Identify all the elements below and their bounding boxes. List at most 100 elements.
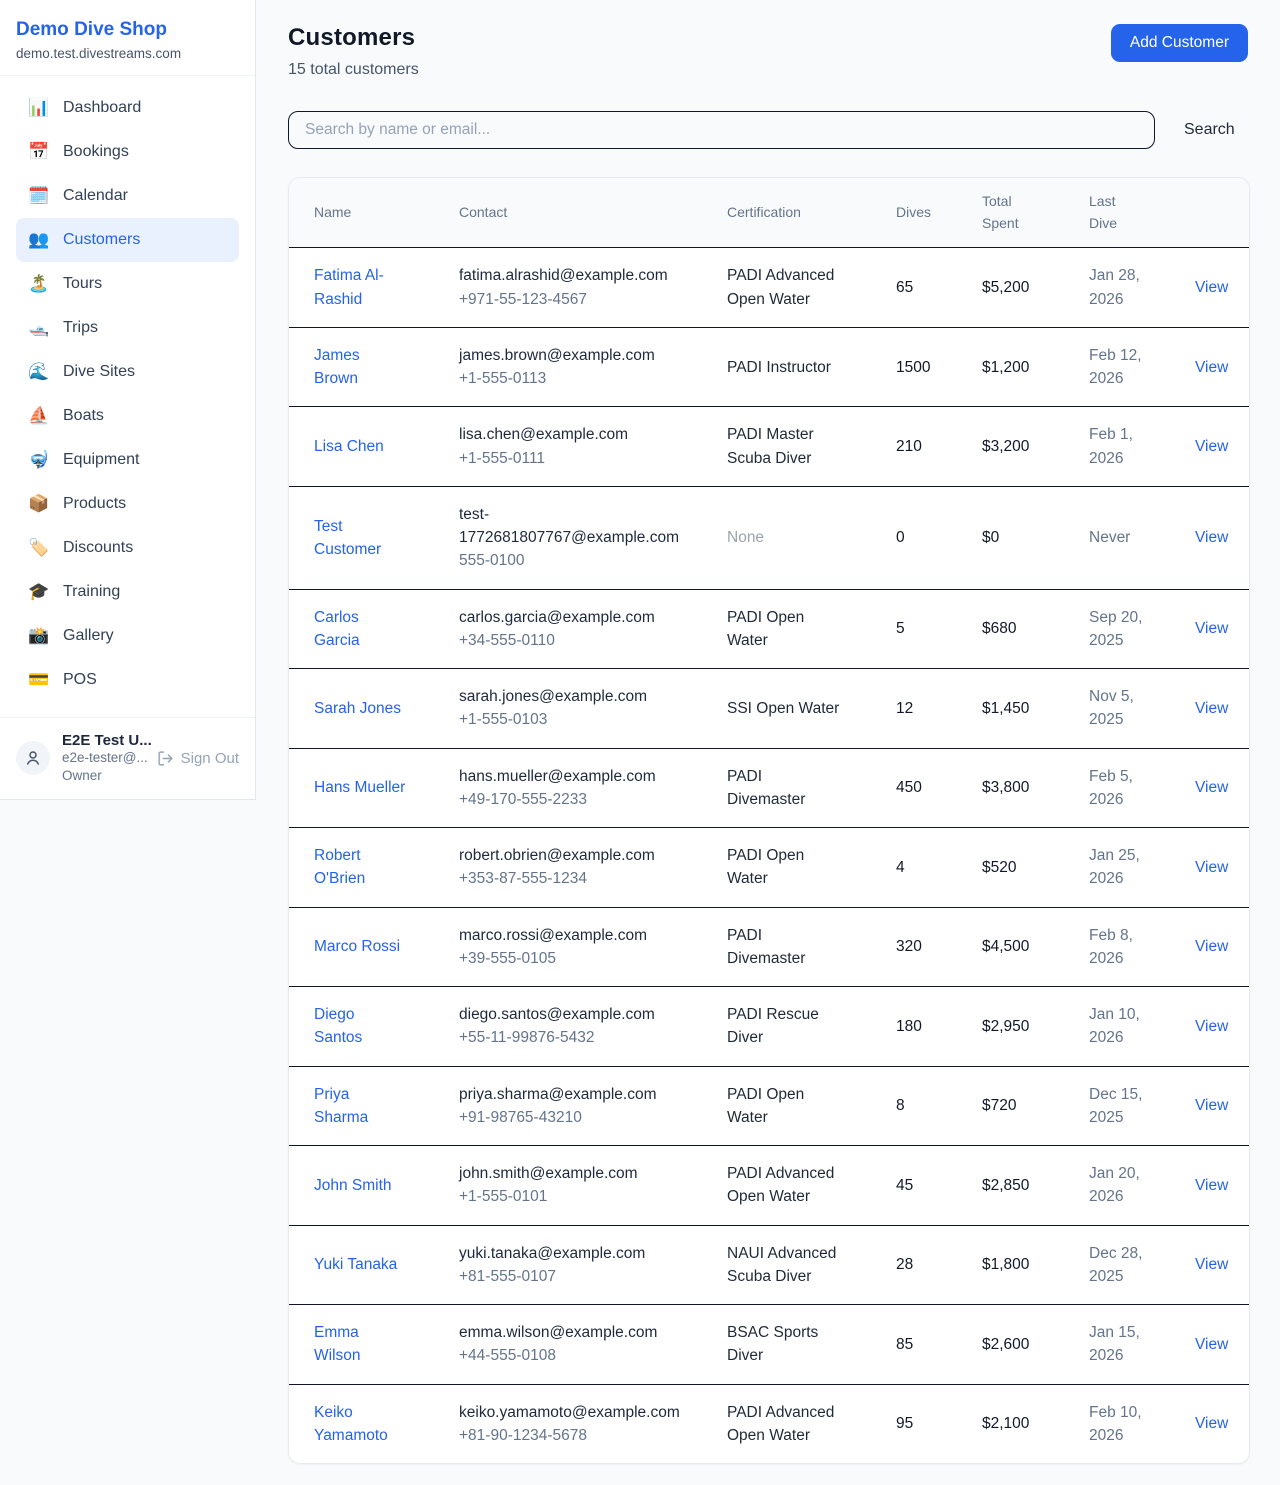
action-cell: View xyxy=(1195,669,1250,749)
customer-name-link[interactable]: Test Customer xyxy=(314,515,406,562)
certification-text: PADI Rescue Diver xyxy=(727,1003,842,1050)
sidebar-item-label: Trips xyxy=(63,319,98,337)
sidebar-item-training[interactable]: 🎓Training xyxy=(16,570,239,614)
sidebar-item-customers[interactable]: 👥Customers xyxy=(16,218,239,262)
sign-out-button[interactable]: Sign Out xyxy=(157,750,239,767)
view-customer-link[interactable]: View xyxy=(1195,859,1228,876)
view-customer-link[interactable]: View xyxy=(1195,1097,1228,1114)
view-customer-link[interactable]: View xyxy=(1195,1018,1228,1035)
customer-name-link[interactable]: Hans Mueller xyxy=(314,776,405,799)
trips-icon: 🛥️ xyxy=(28,318,50,338)
customer-name-link[interactable]: Yuki Tanaka xyxy=(314,1253,397,1276)
customer-contact-cell: hans.mueller@example.com+49-170-555-2233 xyxy=(459,748,727,828)
customer-contact-cell: emma.wilson@example.com+44-555-0108 xyxy=(459,1305,727,1385)
action-cell: View xyxy=(1195,407,1250,487)
sidebar: Demo Dive Shop demo.test.divestreams.com… xyxy=(0,0,256,800)
sidebar-item-equipment[interactable]: 🤿Equipment xyxy=(16,438,239,482)
customer-name-link[interactable]: Robert O'Brien xyxy=(314,844,406,891)
sidebar-item-pos[interactable]: 💳POS xyxy=(16,658,239,702)
action-cell: View xyxy=(1195,987,1250,1067)
view-customer-link[interactable]: View xyxy=(1195,359,1228,376)
view-customer-link[interactable]: View xyxy=(1195,1177,1228,1194)
products-icon: 📦 xyxy=(28,494,50,514)
customer-phone: +353-87-555-1234 xyxy=(459,867,715,890)
dives-count: 450 xyxy=(896,779,922,796)
certification-cell: PADI Divemaster xyxy=(727,907,896,987)
view-customer-link[interactable]: View xyxy=(1195,620,1228,637)
customers-table: NameContactCertificationDivesTotal Spent… xyxy=(289,178,1250,1463)
sidebar-item-products[interactable]: 📦Products xyxy=(16,482,239,526)
view-customer-link[interactable]: View xyxy=(1195,700,1228,717)
sidebar-item-label: Dive Sites xyxy=(63,363,135,381)
customer-name-link[interactable]: Priya Sharma xyxy=(314,1083,406,1130)
view-customer-link[interactable]: View xyxy=(1195,1415,1228,1432)
certification-text: PADI Instructor xyxy=(727,356,831,379)
customer-email: emma.wilson@example.com xyxy=(459,1321,715,1344)
customer-name-cell: James Brown xyxy=(289,327,459,407)
sidebar-item-label: Discounts xyxy=(63,539,133,557)
search-input[interactable] xyxy=(288,111,1155,149)
customer-name-link[interactable]: Sarah Jones xyxy=(314,697,401,720)
column-header-last-dive: Last Dive xyxy=(1089,178,1195,248)
customer-name-link[interactable]: Marco Rossi xyxy=(314,935,400,958)
last-dive-cell: Jan 20, 2026 xyxy=(1089,1146,1195,1226)
last-dive-cell: Nov 5, 2025 xyxy=(1089,669,1195,749)
last-dive-date: Feb 1, 2026 xyxy=(1089,423,1144,470)
view-customer-link[interactable]: View xyxy=(1195,529,1228,546)
dives-count: 320 xyxy=(896,938,922,955)
column-header-action xyxy=(1195,178,1250,248)
customer-name-link[interactable]: Keiko Yamamoto xyxy=(314,1401,406,1448)
certification-text: PADI Open Water xyxy=(727,844,842,891)
customer-name-link[interactable]: Diego Santos xyxy=(314,1003,406,1050)
customer-name-link[interactable]: Carlos Garcia xyxy=(314,606,406,653)
customer-name-link[interactable]: John Smith xyxy=(314,1174,392,1197)
certification-text: PADI Divemaster xyxy=(727,924,842,971)
sidebar-item-trips[interactable]: 🛥️ Trips xyxy=(16,306,239,350)
sidebar-item-tours[interactable]: 🏝️Tours xyxy=(16,262,239,306)
sidebar-item-calendar[interactable]: 🗓️Calendar xyxy=(16,174,239,218)
page-header: Customers 15 total customers Add Custome… xyxy=(288,24,1248,79)
total-spent-value: $2,100 xyxy=(982,1415,1029,1432)
brand-domain: demo.test.divestreams.com xyxy=(16,46,239,61)
dives-count: 0 xyxy=(896,529,905,546)
customer-name-link[interactable]: Emma Wilson xyxy=(314,1321,406,1368)
customer-name-link[interactable]: James Brown xyxy=(314,344,406,391)
view-customer-link[interactable]: View xyxy=(1195,938,1228,955)
customer-name-cell: Sarah Jones xyxy=(289,669,459,749)
view-customer-link[interactable]: View xyxy=(1195,1336,1228,1353)
view-customer-link[interactable]: View xyxy=(1195,779,1228,796)
user-name: E2E Test U... xyxy=(62,732,145,749)
customer-email: test-1772681807767@example.com xyxy=(459,503,715,550)
customer-phone: +971-55-123-4567 xyxy=(459,288,715,311)
search-button[interactable]: Search xyxy=(1182,115,1237,145)
sidebar-item-dive-sites[interactable]: 🌊Dive Sites xyxy=(16,350,239,394)
view-customer-link[interactable]: View xyxy=(1195,438,1228,455)
column-header-contact: Contact xyxy=(459,178,727,248)
action-cell: View xyxy=(1195,327,1250,407)
total-spent-cell: $0 xyxy=(982,486,1089,589)
sidebar-item-dashboard[interactable]: 📊Dashboard xyxy=(16,86,239,130)
sidebar-item-bookings[interactable]: 📅Bookings xyxy=(16,130,239,174)
dives-count: 4 xyxy=(896,859,905,876)
sidebar-item-discounts[interactable]: 🏷️Discounts xyxy=(16,526,239,570)
action-cell: View xyxy=(1195,486,1250,589)
action-cell: View xyxy=(1195,748,1250,828)
customer-name-link[interactable]: Lisa Chen xyxy=(314,435,384,458)
view-customer-link[interactable]: View xyxy=(1195,279,1228,296)
view-customer-link[interactable]: View xyxy=(1195,1256,1228,1273)
sidebar-item-boats[interactable]: ⛵Boats xyxy=(16,394,239,438)
add-customer-button[interactable]: Add Customer xyxy=(1111,24,1248,62)
table-row: James Brownjames.brown@example.com+1-555… xyxy=(289,327,1250,407)
customer-email: lisa.chen@example.com xyxy=(459,423,715,446)
sidebar-item-gallery[interactable]: 📸Gallery xyxy=(16,614,239,658)
dives-count: 28 xyxy=(896,1256,913,1273)
table-row: Priya Sharmapriya.sharma@example.com+91-… xyxy=(289,1066,1250,1146)
action-cell: View xyxy=(1195,1305,1250,1385)
dives-count: 8 xyxy=(896,1097,905,1114)
avatar xyxy=(16,741,50,775)
action-cell: View xyxy=(1195,589,1250,669)
total-spent-cell: $2,950 xyxy=(982,987,1089,1067)
customer-name-link[interactable]: Fatima Al-Rashid xyxy=(314,264,406,311)
customer-name-cell: John Smith xyxy=(289,1146,459,1226)
action-cell: View xyxy=(1195,1384,1250,1463)
